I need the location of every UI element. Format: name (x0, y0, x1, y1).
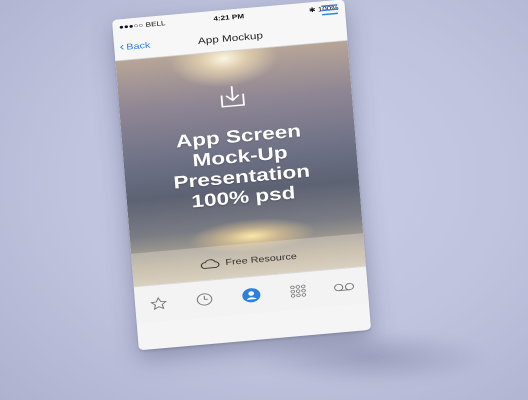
download-icon[interactable] (215, 82, 249, 110)
keypad-icon (289, 284, 306, 298)
phone-mockup: ●●●○○ BELL 4:21 PM ✱ 100% ‹ Back App Moc… (112, 0, 372, 351)
cloud-icon (201, 258, 220, 269)
person-icon (242, 288, 261, 303)
voicemail-icon (334, 282, 355, 292)
tab-favorites[interactable] (144, 292, 173, 315)
tab-voicemail[interactable] (330, 275, 359, 298)
free-resource-label: Free Resource (224, 250, 298, 267)
tab-contacts[interactable] (237, 284, 266, 307)
hero-banner: App Screen Mock-Up Presentation 100% psd… (115, 40, 366, 287)
star-icon (149, 296, 167, 311)
hero-headline: App Screen Mock-Up Presentation 100% psd (122, 116, 361, 218)
tab-recents[interactable] (191, 288, 220, 311)
clock-icon (197, 293, 213, 306)
tab-keypad[interactable] (283, 279, 312, 302)
hamburger-menu-icon[interactable] (321, 4, 339, 16)
floor-shadow (250, 330, 490, 385)
